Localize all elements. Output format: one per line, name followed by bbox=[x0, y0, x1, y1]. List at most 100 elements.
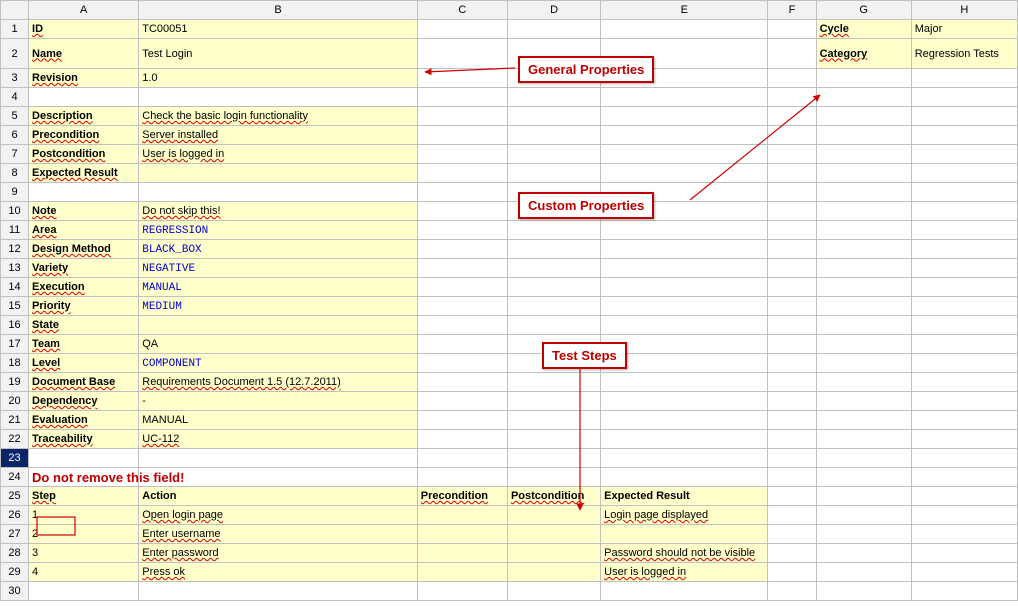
cell[interactable]: NEGATIVE bbox=[139, 259, 418, 278]
cell[interactable] bbox=[768, 126, 816, 145]
cell[interactable]: UC-112 bbox=[139, 430, 418, 449]
cell[interactable] bbox=[417, 316, 507, 335]
cell[interactable]: Category bbox=[816, 39, 911, 69]
row-header[interactable]: 3 bbox=[1, 69, 29, 88]
cell[interactable] bbox=[417, 468, 507, 487]
cell[interactable] bbox=[816, 88, 911, 107]
cell[interactable] bbox=[768, 544, 816, 563]
row-header[interactable]: 13 bbox=[1, 259, 29, 278]
cell[interactable] bbox=[29, 183, 139, 202]
cell[interactable] bbox=[417, 563, 507, 582]
cell[interactable]: Action bbox=[139, 487, 418, 506]
cell[interactable] bbox=[768, 411, 816, 430]
cell[interactable]: Precondition bbox=[417, 487, 507, 506]
cell[interactable] bbox=[417, 88, 507, 107]
cell[interactable] bbox=[601, 145, 768, 164]
cell[interactable] bbox=[768, 392, 816, 411]
cell[interactable]: User is logged in bbox=[139, 145, 418, 164]
cell[interactable] bbox=[816, 563, 911, 582]
cell[interactable] bbox=[911, 259, 1017, 278]
cell[interactable] bbox=[911, 107, 1017, 126]
cell[interactable] bbox=[816, 164, 911, 183]
cell[interactable] bbox=[816, 582, 911, 601]
row-header[interactable]: 17 bbox=[1, 335, 29, 354]
cell[interactable] bbox=[816, 468, 911, 487]
cell[interactable] bbox=[768, 297, 816, 316]
cell[interactable]: TC00051 bbox=[139, 20, 418, 39]
cell[interactable] bbox=[768, 259, 816, 278]
cell[interactable]: Open login page bbox=[139, 506, 418, 525]
cell[interactable] bbox=[507, 449, 600, 468]
cell[interactable] bbox=[601, 411, 768, 430]
cell[interactable] bbox=[507, 145, 600, 164]
cell[interactable] bbox=[417, 335, 507, 354]
cell[interactable] bbox=[816, 487, 911, 506]
cell[interactable] bbox=[768, 373, 816, 392]
cell[interactable] bbox=[816, 525, 911, 544]
cell[interactable] bbox=[507, 88, 600, 107]
row-header[interactable]: 9 bbox=[1, 183, 29, 202]
cell[interactable] bbox=[816, 240, 911, 259]
cell[interactable]: Team bbox=[29, 335, 139, 354]
cell[interactable] bbox=[816, 202, 911, 221]
cell[interactable] bbox=[911, 145, 1017, 164]
row-header[interactable]: 14 bbox=[1, 278, 29, 297]
cell[interactable]: Revision bbox=[29, 69, 139, 88]
cell[interactable]: Design Method bbox=[29, 240, 139, 259]
row-header[interactable]: 1 bbox=[1, 20, 29, 39]
cell[interactable] bbox=[768, 316, 816, 335]
cell[interactable]: Postcondition bbox=[29, 145, 139, 164]
cell[interactable] bbox=[768, 221, 816, 240]
cell[interactable] bbox=[417, 430, 507, 449]
cell[interactable]: Document Base bbox=[29, 373, 139, 392]
cell[interactable] bbox=[816, 278, 911, 297]
cell[interactable] bbox=[139, 316, 418, 335]
cell[interactable]: Login page displayed bbox=[601, 506, 768, 525]
cell[interactable]: Enter username bbox=[139, 525, 418, 544]
cell[interactable] bbox=[911, 240, 1017, 259]
cell[interactable] bbox=[911, 335, 1017, 354]
cell[interactable] bbox=[507, 297, 600, 316]
cell[interactable] bbox=[29, 582, 139, 601]
cell[interactable] bbox=[601, 297, 768, 316]
cell[interactable] bbox=[816, 354, 911, 373]
cell[interactable] bbox=[768, 39, 816, 69]
cell[interactable] bbox=[816, 335, 911, 354]
cell[interactable]: Test Login bbox=[139, 39, 418, 69]
col-header[interactable]: F bbox=[768, 1, 816, 20]
cell[interactable] bbox=[601, 88, 768, 107]
row-header[interactable]: 22 bbox=[1, 430, 29, 449]
cell[interactable] bbox=[417, 145, 507, 164]
cell[interactable] bbox=[768, 335, 816, 354]
cell[interactable]: REGRESSION bbox=[139, 221, 418, 240]
cell[interactable] bbox=[911, 354, 1017, 373]
row-header[interactable]: 6 bbox=[1, 126, 29, 145]
cell[interactable] bbox=[601, 164, 768, 183]
cell[interactable] bbox=[139, 164, 418, 183]
cell[interactable] bbox=[768, 145, 816, 164]
cell[interactable] bbox=[816, 297, 911, 316]
cell[interactable] bbox=[601, 240, 768, 259]
cell[interactable]: Do not skip this! bbox=[139, 202, 418, 221]
cell[interactable] bbox=[911, 202, 1017, 221]
cell[interactable]: 1 bbox=[29, 506, 139, 525]
cell[interactable] bbox=[507, 506, 600, 525]
cell[interactable] bbox=[768, 563, 816, 582]
cell[interactable]: MANUAL bbox=[139, 278, 418, 297]
cell[interactable] bbox=[417, 69, 507, 88]
cell[interactable]: Major bbox=[911, 20, 1017, 39]
cell[interactable] bbox=[768, 487, 816, 506]
cell[interactable] bbox=[601, 20, 768, 39]
cell[interactable] bbox=[768, 430, 816, 449]
cell[interactable] bbox=[507, 373, 600, 392]
cell[interactable]: Name bbox=[29, 39, 139, 69]
cell[interactable] bbox=[816, 392, 911, 411]
cell[interactable]: Regression Tests bbox=[911, 39, 1017, 69]
row-header[interactable]: 16 bbox=[1, 316, 29, 335]
row-header[interactable]: 15 bbox=[1, 297, 29, 316]
cell[interactable] bbox=[417, 506, 507, 525]
cell[interactable] bbox=[768, 202, 816, 221]
cell[interactable]: COMPONENT bbox=[139, 354, 418, 373]
cell[interactable] bbox=[911, 411, 1017, 430]
cell[interactable]: Do not remove this field! bbox=[29, 468, 139, 487]
